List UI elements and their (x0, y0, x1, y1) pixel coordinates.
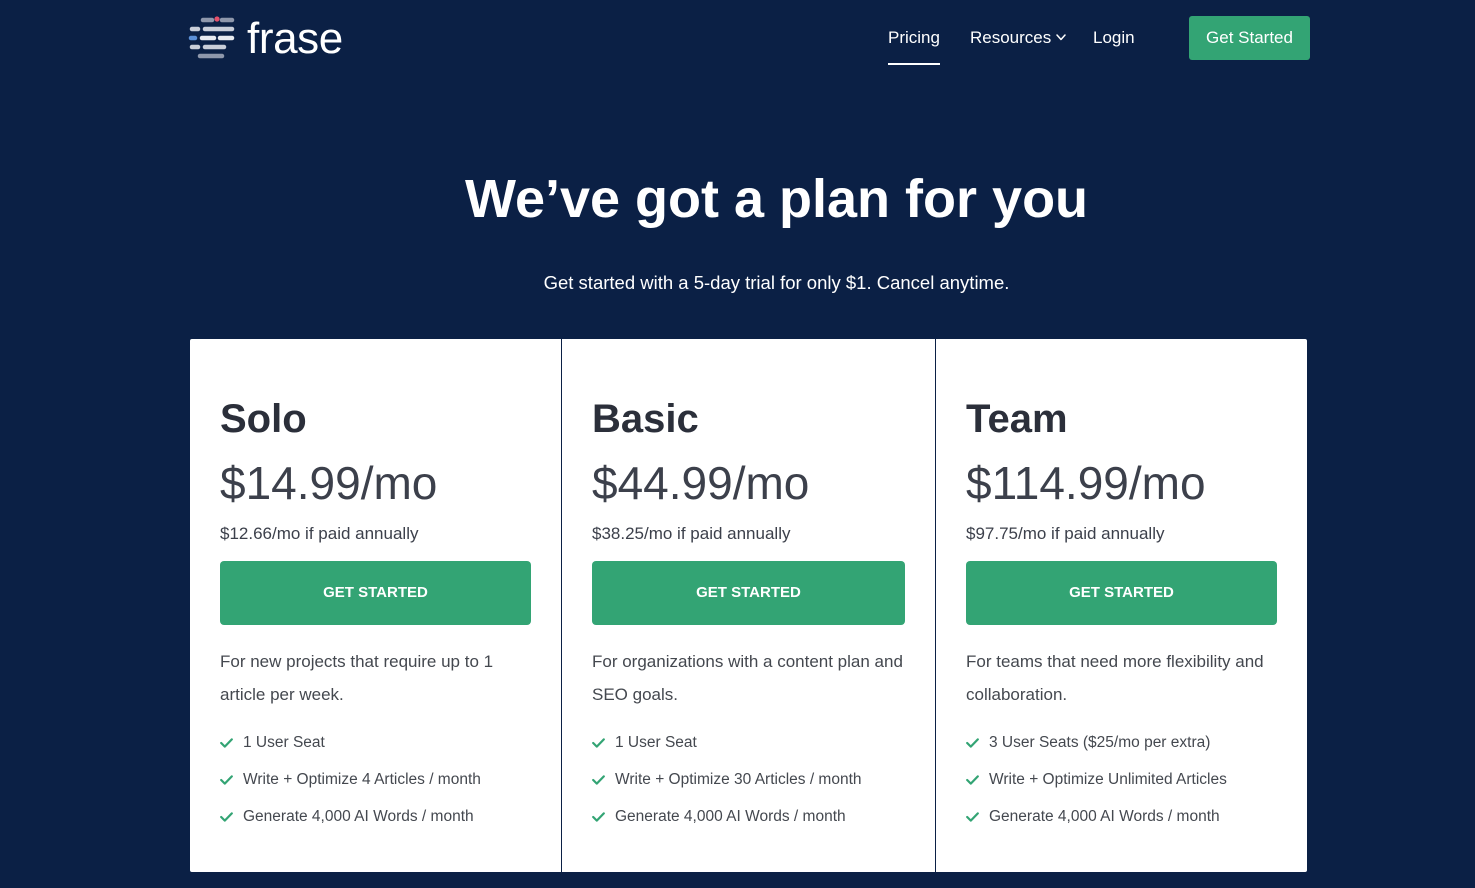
plan-price: $14.99/mo (220, 457, 438, 509)
check-icon (966, 811, 979, 822)
plan-description-line: SEO goals. (592, 685, 678, 704)
plan-description: For new projects that require up to 1 ar… (220, 645, 493, 711)
plan-features: 1 User Seat Write + Optimize 4 Articles … (220, 724, 481, 835)
plan-features: 1 User Seat Write + Optimize 30 Articles… (592, 724, 862, 835)
active-nav-indicator (888, 63, 940, 65)
page-subtitle: Get started with a 5-day trial for only … (543, 272, 1010, 293)
plan-description-line: For organizations with a content plan an… (592, 652, 903, 671)
plan-annual-price: $97.75/mo if paid annually (966, 524, 1165, 543)
plan-name: Solo (220, 397, 307, 441)
plan-card-solo: Solo $14.99/mo $12.66/mo if paid annuall… (190, 339, 561, 872)
check-icon (220, 811, 233, 822)
feature-item: Write + Optimize 4 Articles / month (220, 761, 481, 798)
nav-item-resources[interactable]: Resources (970, 28, 1067, 48)
feature-item: Generate 4,000 AI Words / month (592, 798, 862, 835)
nav-item-login[interactable]: Login (1093, 28, 1135, 48)
feature-text: 1 User Seat (243, 733, 325, 751)
feature-text: Write + Optimize 4 Articles / month (243, 770, 481, 788)
feature-text: Write + Optimize Unlimited Articles (989, 770, 1227, 788)
plan-get-started-button[interactable]: GET STARTED (592, 561, 905, 625)
nav-item-label: Login (1093, 28, 1135, 47)
nav-item-label: Resources (970, 28, 1052, 47)
frase-logo-icon (188, 16, 235, 59)
plan-annual-price: $12.66/mo if paid annually (220, 524, 419, 543)
plan-get-started-button[interactable]: GET STARTED (966, 561, 1277, 625)
get-started-button[interactable]: Get Started (1189, 16, 1310, 60)
plan-description-line: For teams that need more flexibility and (966, 652, 1264, 671)
logo-home-link[interactable]: frase (188, 15, 348, 61)
plan-description: For organizations with a content plan an… (592, 645, 903, 711)
feature-text: 3 User Seats ($25/mo per extra) (989, 733, 1211, 751)
plan-description: For teams that need more flexibility and… (966, 645, 1264, 711)
check-icon (592, 774, 605, 785)
feature-item: Generate 4,000 AI Words / month (966, 798, 1227, 835)
nav-item-label: Pricing (888, 28, 940, 47)
plan-price: $114.99/mo (966, 457, 1206, 509)
plan-annual-price: $38.25/mo if paid annually (592, 524, 791, 543)
check-icon (966, 737, 979, 748)
plan-name: Basic (592, 397, 699, 441)
plan-features: 3 User Seats ($25/mo per extra) Write + … (966, 724, 1227, 835)
plan-price: $44.99/mo (592, 457, 810, 509)
plan-description-line: article per week. (220, 685, 344, 704)
plan-description-line: collaboration. (966, 685, 1068, 704)
brand-name: frase (247, 14, 343, 63)
feature-text: Generate 4,000 AI Words / month (615, 807, 846, 825)
plan-get-started-button[interactable]: GET STARTED (220, 561, 531, 625)
page-title: We’ve got a plan for you (464, 169, 1089, 229)
feature-item: Write + Optimize Unlimited Articles (966, 761, 1227, 798)
plan-name: Team (966, 397, 1068, 441)
feature-text: Write + Optimize 30 Articles / month (615, 770, 862, 788)
feature-item: Generate 4,000 AI Words / month (220, 798, 481, 835)
check-icon (592, 811, 605, 822)
feature-text: 1 User Seat (615, 733, 697, 751)
nav-item-pricing[interactable]: Pricing (888, 28, 940, 65)
plan-card-team: Team $114.99/mo $97.75/mo if paid annual… (935, 339, 1307, 872)
check-icon (592, 737, 605, 748)
feature-text: Generate 4,000 AI Words / month (243, 807, 474, 825)
plan-description-line: For new projects that require up to 1 (220, 652, 494, 671)
feature-item: 3 User Seats ($25/mo per extra) (966, 724, 1227, 761)
pricing-plans: Solo $14.99/mo $12.66/mo if paid annuall… (190, 339, 1307, 872)
check-icon (966, 774, 979, 785)
feature-text: Generate 4,000 AI Words / month (989, 807, 1220, 825)
check-icon (220, 774, 233, 785)
plan-card-basic: Basic $44.99/mo $38.25/mo if paid annual… (561, 339, 935, 872)
feature-item: 1 User Seat (592, 724, 862, 761)
check-icon (220, 737, 233, 748)
chevron-down-icon (1056, 34, 1067, 41)
feature-item: 1 User Seat (220, 724, 481, 761)
feature-item: Write + Optimize 30 Articles / month (592, 761, 862, 798)
